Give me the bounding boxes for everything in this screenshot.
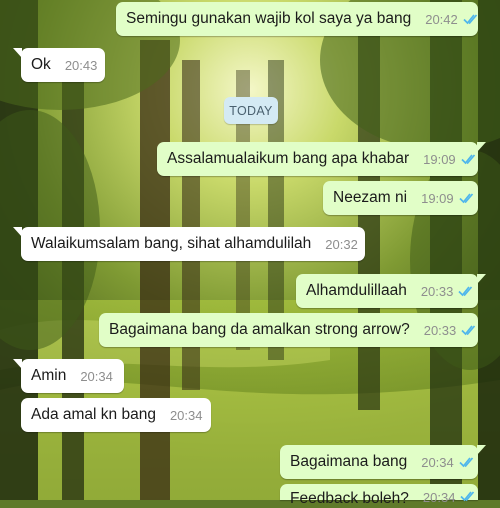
message-time: 20:32 <box>325 236 358 252</box>
message-time: 20:34 <box>80 368 113 384</box>
message-text: Walaikumsalam bang, sihat alhamdulilah <box>31 235 312 252</box>
message-time: 20:34 <box>169 407 203 423</box>
message-text: Assalamualaikum bang apa khabar <box>167 150 410 167</box>
message-bubble[interactable]: Bagaimana bang 20:34 <box>280 445 486 479</box>
message-bubble[interactable]: Alhamdulillaah 20:33 <box>296 274 486 308</box>
message-time: 19:09 <box>421 190 454 206</box>
double-check-icon <box>461 153 479 165</box>
message-text: Neezam ni <box>333 189 408 206</box>
message-time: 20:43 <box>64 57 98 73</box>
message-time: 20:42 <box>425 11 458 27</box>
message-text: Alhamdulillaah <box>306 282 407 299</box>
message-bubble[interactable]: Ada amal kn bang 20:34 <box>21 398 211 432</box>
double-check-icon <box>459 192 477 204</box>
message-bubble[interactable]: Feedback boleh? 20:34 <box>280 484 478 507</box>
double-check-icon <box>463 13 481 25</box>
double-check-icon <box>459 456 477 468</box>
message-text: Bagaimana bang <box>290 453 408 470</box>
message-bubble[interactable]: Semingu gunakan wajib kol saya ya bang 2… <box>116 2 478 36</box>
message-text: Ok <box>31 56 51 73</box>
double-check-icon <box>461 324 479 336</box>
message-text: Bagaimana bang da amalkan strong arrow? <box>109 321 410 338</box>
message-bubble[interactable]: Neezam ni 19:09 <box>323 181 478 215</box>
message-text: Semingu gunakan wajib kol saya ya bang <box>126 10 412 27</box>
message-bubble[interactable]: Ok 20:43 <box>13 48 105 82</box>
message-time: 20:34 <box>421 454 454 470</box>
message-bubble[interactable]: Assalamualaikum bang apa khabar 19:09 <box>157 142 486 176</box>
message-text: Ada amal kn bang <box>31 406 156 423</box>
message-time: 19:09 <box>423 151 456 167</box>
message-time: 20:33 <box>423 322 457 338</box>
chat-messages[interactable]: Semingu gunakan wajib kol saya ya bang 2… <box>0 0 500 507</box>
message-time: 20:34 <box>422 490 456 505</box>
message-time: 20:33 <box>420 283 454 299</box>
double-check-icon <box>458 285 476 297</box>
double-check-icon <box>460 490 478 502</box>
message-text: Amin <box>31 367 67 384</box>
message-text: Feedback boleh? <box>290 490 409 507</box>
message-bubble[interactable]: Walaikumsalam bang, sihat alhamdulilah 2… <box>13 227 365 261</box>
message-bubble[interactable]: Amin 20:34 <box>13 359 124 393</box>
date-separator: TODAY <box>224 97 278 124</box>
message-bubble[interactable]: Bagaimana bang da amalkan strong arrow? … <box>99 313 478 347</box>
